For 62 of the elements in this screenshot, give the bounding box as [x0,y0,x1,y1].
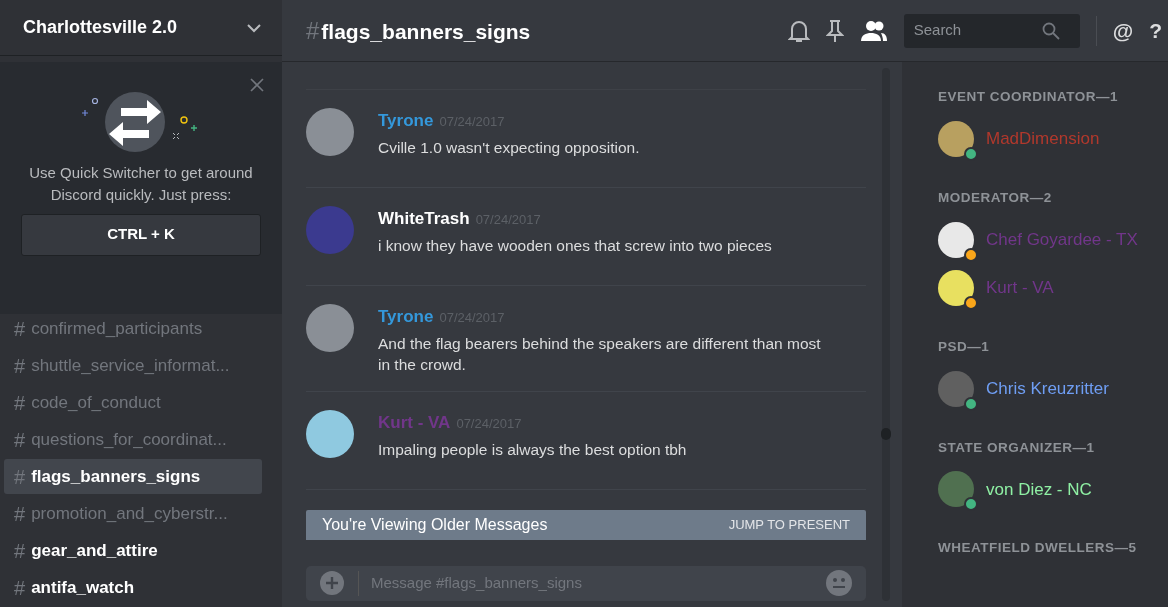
channel-item[interactable]: # gear_and_attire [4,533,262,568]
avatar[interactable] [306,410,354,459]
role-heading: WHEATFIELD DWELLERS—5 [938,541,1138,557]
server-name[interactable]: Charlottesville 2.0 [23,14,178,41]
role-heading: MODERATOR—2 [938,190,1053,206]
author-name[interactable]: WhiteTrash [378,209,470,228]
member-name[interactable]: Chris Kreuzritter [986,375,1109,402]
hash-icon: # [14,424,26,455]
role-heading: PSD—1 [938,339,991,355]
channel-item[interactable]: # promotion_and_cyberstr... [4,496,262,531]
message-text: Impaling people is always the best option tbh [378,439,687,460]
channel-name: antifa_watch [31,576,135,599]
pin-icon[interactable] [825,18,844,43]
channel-item[interactable]: # code_of_conduct [4,385,262,420]
close-button[interactable] [250,78,264,92]
hash-icon: # [14,350,26,381]
chevron-down-icon[interactable] [246,22,262,33]
hash-icon: # [14,461,26,492]
scrollbar[interactable] [882,68,890,601]
search-icon [1041,21,1060,40]
avatar[interactable] [938,269,974,306]
author-name[interactable]: Tyrone [378,111,434,130]
author-name[interactable]: Tyrone [378,307,434,326]
channel-name: flags_banners_signs [31,465,201,488]
jump-to-present-button[interactable]: JUMP TO PRESENT [728,515,850,535]
role-heading: EVENT COORDINATOR—1 [938,90,1120,105]
shortcut-button[interactable]: CTRL + K [21,213,261,256]
channel-item[interactable]: # confirmed_participants [4,311,262,346]
banner-text: You're Viewing Older Messages [322,514,548,535]
hash-icon: # [14,572,26,603]
channel-item[interactable]: # flags_banners_signs [4,459,262,494]
avatar[interactable] [938,221,974,258]
channel-item[interactable]: # antifa_watch [4,570,262,605]
search-field[interactable]: Search [911,18,1042,43]
channel-title: #flags_banners_signs [306,15,531,46]
message-text: i know they have wooden ones that screw into two pieces [378,235,772,256]
role-heading: STATE ORGANIZER—1 [938,440,1096,456]
avatar[interactable] [938,120,974,157]
channel-name: gear_and_attire [31,539,158,562]
quick-switcher-hint: Use Quick Switcher to get around Discord quickly. Just press: [28,163,254,205]
search-bar[interactable]: Search [903,13,1080,48]
hash-icon: # [14,535,26,566]
message-text: And the flag bearers behind the speakers are different than most in the crowd. [378,333,822,375]
hash-icon: # [14,387,26,418]
message-text: Cville 1.0 wasn't expecting opposition. [378,137,640,158]
channel-name: code_of_conduct [31,391,161,414]
members-icon[interactable] [859,19,888,42]
member-name[interactable]: MadDimension [986,126,1100,152]
channel-name: confirmed_participants [31,317,203,340]
bell-icon[interactable] [787,18,810,43]
channel-name: questions_for_coordinat... [31,428,227,451]
channel-name: shuttle_service_informat... [31,354,230,377]
channel-name: promotion_and_cyberstr... [31,502,228,525]
mention-icon[interactable]: @ [1112,14,1134,47]
channel-item[interactable]: # shuttle_service_informat... [4,348,262,383]
channel-item[interactable]: # questions_for_coordinat... [4,422,262,457]
member-name[interactable]: von Diez - NC [986,476,1092,503]
avatar[interactable] [938,471,974,508]
hash-icon: # [14,313,26,344]
help-icon[interactable]: ? [1149,14,1162,47]
avatar[interactable] [938,370,974,407]
hash-icon: # [14,498,26,529]
